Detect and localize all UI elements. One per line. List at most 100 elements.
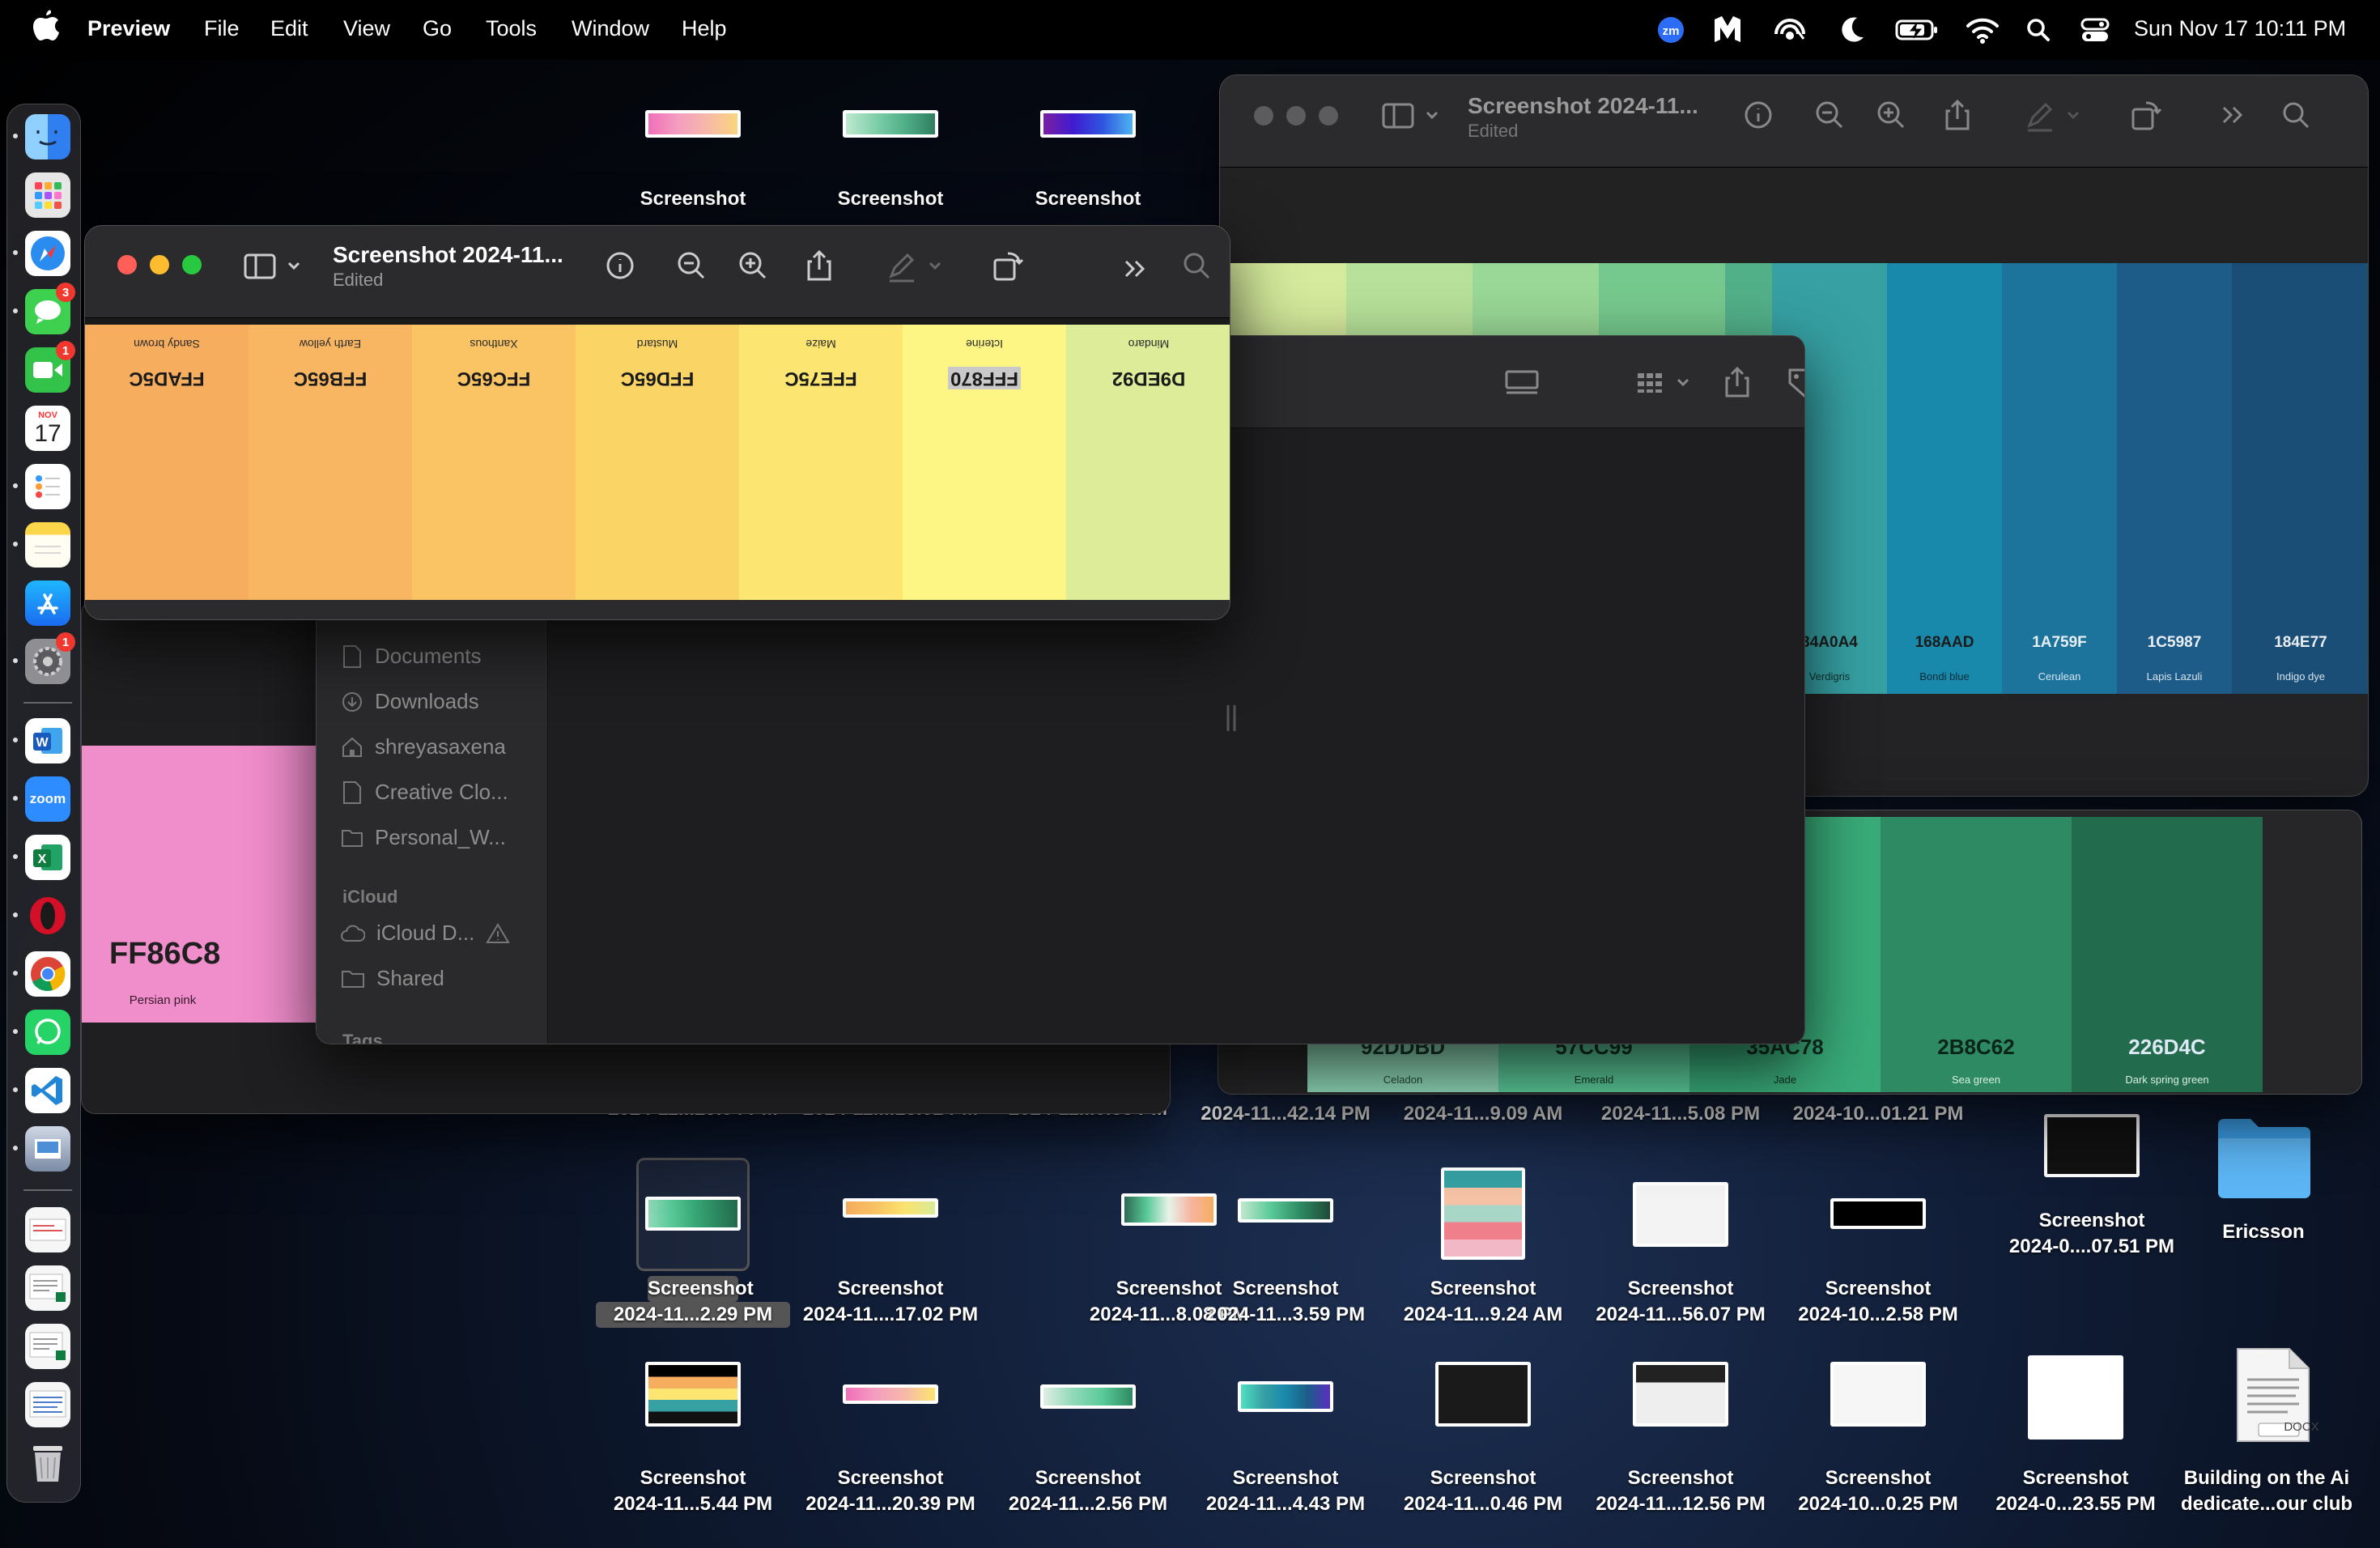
dock-recent-document-2[interactable] <box>25 1265 70 1311</box>
desktop-file-top-3[interactable]: Screenshot <box>991 105 1185 219</box>
desktop-file-9-selected[interactable]: Screenshot 2024-11...2.29 PM <box>596 1158 790 1328</box>
dock-launchpad-icon[interactable] <box>25 172 70 218</box>
desktop-file-13[interactable]: Screenshot 2024-11...9.24 AM <box>1386 1163 1580 1333</box>
dock-vscode-icon[interactable] <box>25 1068 70 1113</box>
dock-word-icon[interactable]: W <box>25 718 70 763</box>
search-icon[interactable] <box>1178 247 1215 284</box>
zoom-in-icon[interactable] <box>1872 96 1910 134</box>
desktop-file-21[interactable]: Screenshot 2024-11...12.56 PM <box>1583 1357 1778 1515</box>
zoom-button[interactable] <box>182 255 202 274</box>
desktop-file-14[interactable]: Screenshot 2024-11...56.07 PM <box>1583 1177 1778 1331</box>
desktop-file-6[interactable]: Screenshot 2024-11...5.08 PM <box>1583 1077 1778 1148</box>
dock-safari-icon[interactable] <box>25 231 70 276</box>
menu-go[interactable]: Go <box>423 16 452 41</box>
dock-recent-document-3[interactable] <box>25 1324 70 1369</box>
menu-view[interactable]: View <box>343 16 390 41</box>
rotate-icon[interactable] <box>988 247 1026 284</box>
dock-messages-icon[interactable]: 3 <box>25 283 75 334</box>
dock-facetime-icon[interactable]: 1 <box>25 341 75 393</box>
apple-menu-icon[interactable] <box>32 10 60 45</box>
control-center-icon[interactable] <box>2080 10 2110 50</box>
close-button[interactable] <box>1254 106 1273 125</box>
desktop-file-22[interactable]: Screenshot 2024-10...0.25 PM <box>1781 1357 1975 1515</box>
desktop-file-top-2[interactable]: Screenshot <box>793 105 988 219</box>
zoom-button[interactable] <box>1319 106 1338 125</box>
moon-icon[interactable] <box>1838 10 1867 50</box>
sidebar-item-personal[interactable]: Personal_W... <box>341 825 506 850</box>
malwarebytes-icon[interactable] <box>1711 10 1744 50</box>
zoom-out-icon[interactable] <box>673 247 710 284</box>
zoom-status-icon[interactable]: zm <box>1656 10 1685 50</box>
desktop-file-top-1[interactable]: Screenshot <box>596 105 790 219</box>
dock-notes-icon[interactable] <box>25 522 70 568</box>
sidebar-item-downloads[interactable]: Downloads <box>341 689 479 714</box>
desktop-file-20[interactable]: Screenshot 2024-11...0.46 PM <box>1386 1357 1580 1515</box>
close-button[interactable] <box>117 255 137 274</box>
sidebar-item-documents[interactable]: Documents <box>341 644 482 669</box>
desktop-file-5[interactable]: Screenshot 2024-11...9.09 AM <box>1386 1077 1580 1148</box>
minimize-button[interactable] <box>150 255 169 274</box>
app-menu-preview[interactable]: Preview <box>87 16 170 41</box>
dock-chrome-icon[interactable] <box>25 951 70 997</box>
dock-system-settings-icon[interactable]: 1 <box>25 632 75 684</box>
menu-bar-clock[interactable]: Sun Nov 17 10:11 PM <box>2134 16 2346 41</box>
desktop-file-8[interactable]: Screenshot 2024-0....07.51 PM <box>1995 1109 2189 1263</box>
vpn-icon[interactable] <box>1771 10 1808 50</box>
desktop-file-17[interactable]: Screenshot 2024-11...20.39 PM <box>793 1381 988 1515</box>
markup-pen-icon[interactable] <box>2021 96 2086 134</box>
dock-calendar-icon[interactable]: NOV 17 <box>25 406 70 451</box>
markup-pen-icon[interactable] <box>883 247 948 284</box>
sidebar-item-creative-cloud[interactable]: Creative Clo... <box>341 780 508 805</box>
desktop-file-docx[interactable]: DOCX Building on the Ai dedicate...our c… <box>2170 1344 2364 1515</box>
dock-recent-document-1[interactable] <box>25 1207 70 1252</box>
search-icon[interactable] <box>2277 96 2314 134</box>
minimize-button[interactable] <box>1286 106 1306 125</box>
dock-opera-icon[interactable] <box>25 893 70 938</box>
dock-reminders-icon[interactable] <box>25 464 70 509</box>
share-icon[interactable] <box>1939 96 1976 134</box>
dock-zoom-icon[interactable]: zoom <box>25 776 70 822</box>
dock-trash-icon[interactable] <box>25 1440 70 1486</box>
info-icon[interactable] <box>1740 96 1777 134</box>
sidebar-item-icloud-drive[interactable]: iCloud D... <box>341 921 511 946</box>
sidebar-toggle-icon[interactable] <box>242 247 307 284</box>
desktop-folder-ericsson[interactable]: Ericsson <box>2166 1114 2361 1252</box>
column-view-icon[interactable] <box>1223 699 1260 736</box>
desktop-file-19[interactable]: Screenshot 2024-11...4.43 PM <box>1188 1381 1383 1515</box>
desktop-file-23[interactable]: Screenshot 2024-0...23.55 PM <box>1978 1352 2173 1515</box>
share-icon[interactable] <box>801 247 838 284</box>
dock-preview-icon[interactable] <box>25 1126 70 1172</box>
zoom-out-icon[interactable] <box>1811 96 1848 134</box>
menu-tools[interactable]: Tools <box>486 16 537 41</box>
dock-excel-icon[interactable]: X <box>25 835 70 880</box>
desktop-file-16[interactable]: Screenshot 2024-11...5.44 PM <box>596 1357 790 1515</box>
info-icon[interactable] <box>601 247 639 284</box>
menu-window[interactable]: Window <box>572 16 649 41</box>
menu-file[interactable]: File <box>204 16 240 41</box>
share-icon[interactable] <box>1719 364 1756 401</box>
dock-recent-document-4[interactable] <box>25 1382 70 1427</box>
sidebar-item-shared[interactable]: Shared <box>341 966 444 991</box>
zoom-in-icon[interactable] <box>734 247 771 284</box>
desktop-file-15[interactable]: Screenshot 2024-10...2.58 PM <box>1781 1195 1975 1333</box>
dock-app-store-icon[interactable] <box>25 580 70 626</box>
desktop-file-18[interactable]: Screenshot 2024-11...2.56 PM <box>991 1381 1185 1515</box>
wifi-icon[interactable] <box>1966 10 2000 50</box>
tag-icon[interactable] <box>1785 364 1805 401</box>
battery-icon[interactable] <box>1894 10 1940 50</box>
more-chevron-icon[interactable] <box>1118 250 1155 287</box>
desktop-file-4[interactable]: Screenshot 2024-11...42.14 PM <box>1188 1077 1383 1148</box>
dock-whatsapp-icon[interactable] <box>25 1010 70 1055</box>
rotate-icon[interactable] <box>2127 96 2164 134</box>
desktop-file-10[interactable]: Screenshot 2024-11....17.02 PM <box>793 1195 988 1333</box>
menu-edit[interactable]: Edit <box>270 16 308 41</box>
group-by-icon[interactable] <box>1633 364 1698 401</box>
menu-help[interactable]: Help <box>682 16 727 41</box>
desktop-file-7[interactable]: Screenshot 2024-10...01.21 PM <box>1781 1077 1975 1148</box>
desktop-file-12[interactable]: Screenshot 2024-11...3.59 PM <box>1188 1195 1383 1333</box>
dock-finder-icon[interactable] <box>25 114 70 159</box>
more-chevron-icon[interactable] <box>2216 96 2253 134</box>
sidebar-item-home[interactable]: shreyasaxena <box>341 734 506 759</box>
spotlight-search-icon[interactable] <box>2025 10 2051 50</box>
sidebar-toggle-icon[interactable] <box>1380 96 1445 134</box>
